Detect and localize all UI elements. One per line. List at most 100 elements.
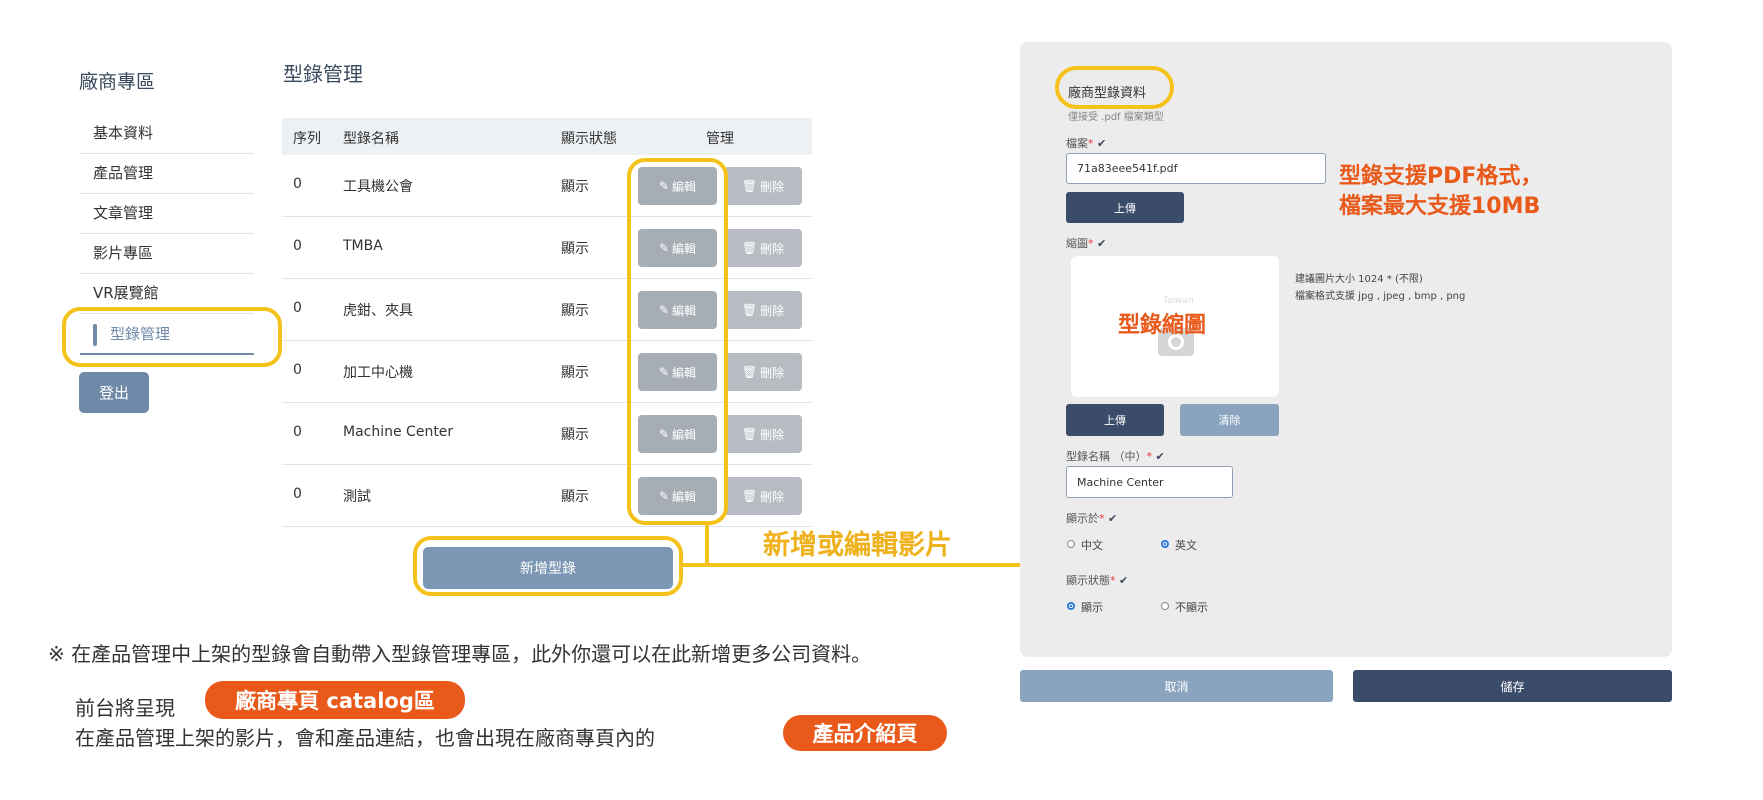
column-header-seq: 序列 (293, 131, 321, 147)
row-seq: 0 (293, 362, 302, 378)
row-status: 顯示 (561, 303, 589, 319)
trash-icon: 🗑 (741, 303, 758, 317)
edit-label: 編輯 (672, 489, 697, 504)
edit-button[interactable]: ✎ 編輯 (638, 167, 717, 205)
radio-status-hide[interactable] (1161, 602, 1169, 610)
check-icon: ✔ (1119, 574, 1129, 587)
sidebar-title: 廠商專區 (79, 71, 156, 93)
radio-status-hide-label: 不顯示 (1175, 601, 1208, 614)
trash-icon: 🗑 (741, 241, 758, 255)
sidebar-item-products[interactable]: 產品管理 (80, 154, 254, 194)
pencil-icon: ✎ (658, 303, 670, 317)
column-header-name: 型錄名稱 (343, 131, 399, 147)
trash-icon: 🗑 (741, 427, 758, 441)
check-icon: ✔ (1097, 237, 1107, 250)
trash-icon: 🗑 (741, 489, 758, 503)
clear-thumbnail-button[interactable]: 清除 (1180, 404, 1279, 436)
row-seq: 0 (293, 300, 302, 316)
row-status: 顯示 (561, 179, 589, 195)
delete-label: 刪除 (760, 489, 785, 504)
display-in-label: 顯示於* ✔ (1066, 512, 1118, 525)
form-title: 廠商型錄資料 (1068, 86, 1147, 101)
logout-button[interactable]: 登出 (79, 372, 149, 413)
delete-label: 刪除 (760, 303, 785, 318)
note-frontend-prefix: 前台將呈現 (75, 696, 175, 720)
delete-button[interactable]: 🗑 刪除 (724, 167, 802, 205)
radio-lang-zh-label: 中文 (1081, 539, 1103, 552)
radio-lang-zh[interactable] (1067, 540, 1075, 548)
row-seq: 0 (293, 424, 302, 440)
edit-button[interactable]: ✎ 編輯 (638, 415, 717, 453)
edit-button[interactable]: ✎ 編輯 (638, 353, 717, 391)
table-row: 0 虎鉗、夾具 顯示 ✎ 編輯 🗑 刪除 (282, 279, 812, 341)
edit-button[interactable]: ✎ 編輯 (638, 229, 717, 267)
sidebar-item-vr-hall[interactable]: VR展覽館 (80, 274, 254, 314)
save-button[interactable]: 儲存 (1353, 670, 1672, 702)
delete-button[interactable]: 🗑 刪除 (724, 477, 802, 515)
badge-catalog-section: 廠商專頁 catalog區 (205, 681, 465, 719)
row-status: 顯示 (561, 241, 589, 257)
badge-product-page: 產品介紹頁 (783, 715, 947, 751)
row-name: TMBA (343, 238, 383, 254)
sidebar-item-label: 文章管理 (93, 204, 154, 222)
delete-button[interactable]: 🗑 刪除 (724, 353, 802, 391)
pencil-icon: ✎ (658, 241, 670, 255)
pencil-icon: ✎ (658, 179, 670, 193)
file-label: 檔案* ✔ (1066, 137, 1107, 150)
edit-button[interactable]: ✎ 編輯 (638, 477, 717, 515)
sidebar-item-videos[interactable]: 影片專區 (80, 234, 254, 274)
row-status: 顯示 (561, 365, 589, 381)
sidebar-item-articles[interactable]: 文章管理 (80, 194, 254, 234)
delete-label: 刪除 (760, 241, 785, 256)
annotation-thumbnail: 型錄縮圖 (1118, 313, 1207, 338)
row-seq: 0 (293, 238, 302, 254)
file-field[interactable]: 71a83eee541f.pdf (1066, 153, 1326, 184)
radio-status-show[interactable] (1067, 602, 1075, 610)
annotation-pdf-line2: 檔案最大支援10MB (1339, 194, 1541, 219)
row-status: 顯示 (561, 489, 589, 505)
pencil-icon: ✎ (658, 365, 670, 379)
delete-button[interactable]: 🗑 刪除 (724, 291, 802, 329)
row-name: Machine Center (343, 424, 454, 440)
cancel-button[interactable]: 取消 (1020, 670, 1333, 702)
delete-button[interactable]: 🗑 刪除 (724, 229, 802, 267)
form-subtitle: 僅接受 .pdf 檔案類型 (1068, 112, 1164, 123)
annotation-pdf-line1: 型錄支援PDF格式， (1339, 164, 1543, 189)
column-header-manage: 管理 (706, 131, 734, 147)
catalog-name-label: 型錄名稱 （中）* ✔ (1066, 450, 1165, 463)
upload-file-button[interactable]: 上傳 (1066, 192, 1184, 223)
sidebar-item-label: VR展覽館 (93, 284, 159, 302)
table-row: 0 測試 顯示 ✎ 編輯 🗑 刪除 (282, 465, 812, 527)
trash-icon: 🗑 (741, 179, 758, 193)
add-catalog-button[interactable]: 新增型錄 (423, 547, 673, 589)
row-status: 顯示 (561, 427, 589, 443)
connector-line (705, 523, 709, 565)
edit-label: 編輯 (672, 303, 697, 318)
table-row: 0 加工中心機 顯示 ✎ 編輯 🗑 刪除 (282, 341, 812, 403)
sidebar-item-label: 基本資料 (93, 124, 154, 142)
delete-button[interactable]: 🗑 刪除 (724, 415, 802, 453)
table-row: 0 TMBA 顯示 ✎ 編輯 🗑 刪除 (282, 217, 812, 279)
upload-thumbnail-button[interactable]: 上傳 (1066, 404, 1164, 436)
display-status-label: 顯示狀態* ✔ (1066, 574, 1129, 587)
radio-lang-en-label: 英文 (1175, 539, 1197, 552)
delete-label: 刪除 (760, 365, 785, 380)
row-name: 工具機公會 (343, 179, 413, 195)
thumbnail-size-hint: 建議圖片大小 1024 * (不限) (1295, 274, 1423, 285)
trash-icon: 🗑 (741, 365, 758, 379)
table-row: 0 工具機公會 顯示 ✎ 編輯 🗑 刪除 (282, 155, 812, 217)
edit-button[interactable]: ✎ 編輯 (638, 291, 717, 329)
sidebar-item-basic-info[interactable]: 基本資料 (80, 114, 254, 154)
radio-lang-en[interactable] (1161, 540, 1169, 548)
thumbnail-label: 縮圖* ✔ (1066, 237, 1107, 250)
row-name: 加工中心機 (343, 365, 413, 381)
check-icon: ✔ (1108, 512, 1118, 525)
check-icon: ✔ (1155, 450, 1165, 463)
catalog-name-input[interactable]: Machine Center (1066, 466, 1233, 498)
note-video-link: 在產品管理上架的影片，會和產品連結，也會出現在廠商專頁內的 (75, 726, 655, 750)
sidebar-item-catalog[interactable]: 型錄管理 (80, 315, 254, 355)
radio-status-show-label: 顯示 (1081, 601, 1103, 614)
row-seq: 0 (293, 176, 302, 192)
connector-line (683, 563, 1020, 567)
page-title: 型錄管理 (283, 62, 363, 86)
